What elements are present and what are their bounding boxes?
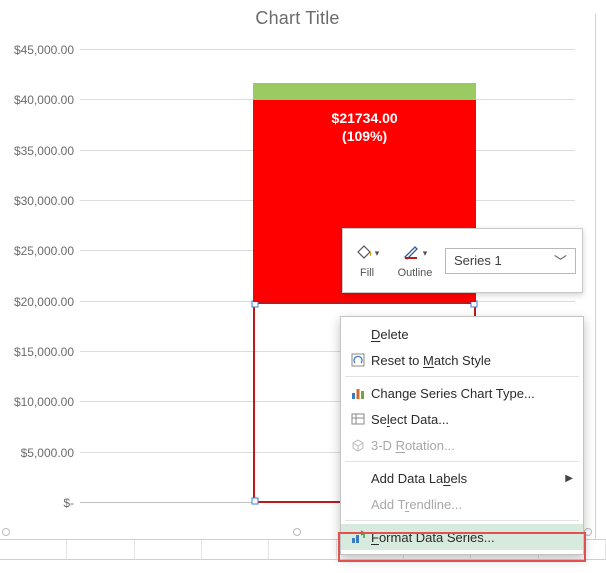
cube-icon bbox=[347, 438, 369, 452]
menu-3d-rotation: 3-D Rotation... bbox=[341, 432, 583, 458]
pen-icon bbox=[403, 244, 421, 263]
fill-button[interactable]: ▾ Fill bbox=[343, 229, 391, 292]
outline-button[interactable]: ▾ Outline bbox=[391, 229, 439, 292]
y-tick-label: $45,000.00 bbox=[14, 43, 74, 57]
data-label[interactable]: $21734.00 (109%) bbox=[332, 110, 398, 145]
data-label-value: $21734.00 bbox=[332, 110, 398, 128]
series-select-value: Series 1 bbox=[454, 253, 502, 268]
y-tick-label: $20,000.00 bbox=[14, 295, 74, 309]
outline-label: Outline bbox=[398, 267, 433, 279]
menu-change-chart-type[interactable]: Change Series Chart Type... bbox=[341, 380, 583, 406]
fill-label: Fill bbox=[360, 267, 374, 279]
chevron-down-icon: ▾ bbox=[375, 248, 380, 259]
menu-reset-style[interactable]: Reset to Match Style bbox=[341, 347, 583, 373]
chevron-down-icon: ﹀ bbox=[554, 251, 567, 270]
y-tick-label: $35,000.00 bbox=[14, 144, 74, 158]
format-series-icon bbox=[347, 530, 369, 544]
submenu-arrow-icon: ▶ bbox=[565, 473, 573, 484]
y-tick-label: $25,000.00 bbox=[14, 244, 74, 258]
y-tick-label: $40,000.00 bbox=[14, 93, 74, 107]
menu-add-trendline: Add Trendline... bbox=[341, 491, 583, 517]
bar-chart-icon bbox=[347, 386, 369, 400]
menu-format-data-series[interactable]: Format Data Series... bbox=[341, 524, 583, 550]
menu-add-data-labels[interactable]: Add Data Labels ▶ bbox=[341, 465, 583, 491]
paint-bucket-icon bbox=[355, 244, 373, 263]
worksheet-gridline bbox=[595, 14, 606, 539]
reset-icon bbox=[347, 353, 369, 367]
menu-delete[interactable]: Delete bbox=[341, 321, 583, 347]
series-select[interactable]: Series 1 ﹀ bbox=[445, 248, 576, 274]
mini-format-toolbar: ▾ Fill ▾ Outline Series 1 ﹀ bbox=[342, 228, 583, 293]
y-tick-label: $30,000.00 bbox=[14, 194, 74, 208]
chart-title[interactable]: Chart Title bbox=[0, 0, 595, 33]
y-tick-label: $- bbox=[63, 496, 74, 510]
chevron-down-icon: ▾ bbox=[423, 248, 428, 259]
context-menu: Delete Reset to Match Style Change Serie… bbox=[340, 316, 584, 555]
series-3-segment[interactable] bbox=[253, 83, 476, 100]
y-tick-label: $5,000.00 bbox=[21, 446, 74, 460]
y-tick-label: $10,000.00 bbox=[14, 395, 74, 409]
y-tick-label: $15,000.00 bbox=[14, 345, 74, 359]
table-icon bbox=[347, 412, 369, 426]
menu-select-data[interactable]: Select Data... bbox=[341, 406, 583, 432]
data-label-pct: (109%) bbox=[332, 128, 398, 146]
